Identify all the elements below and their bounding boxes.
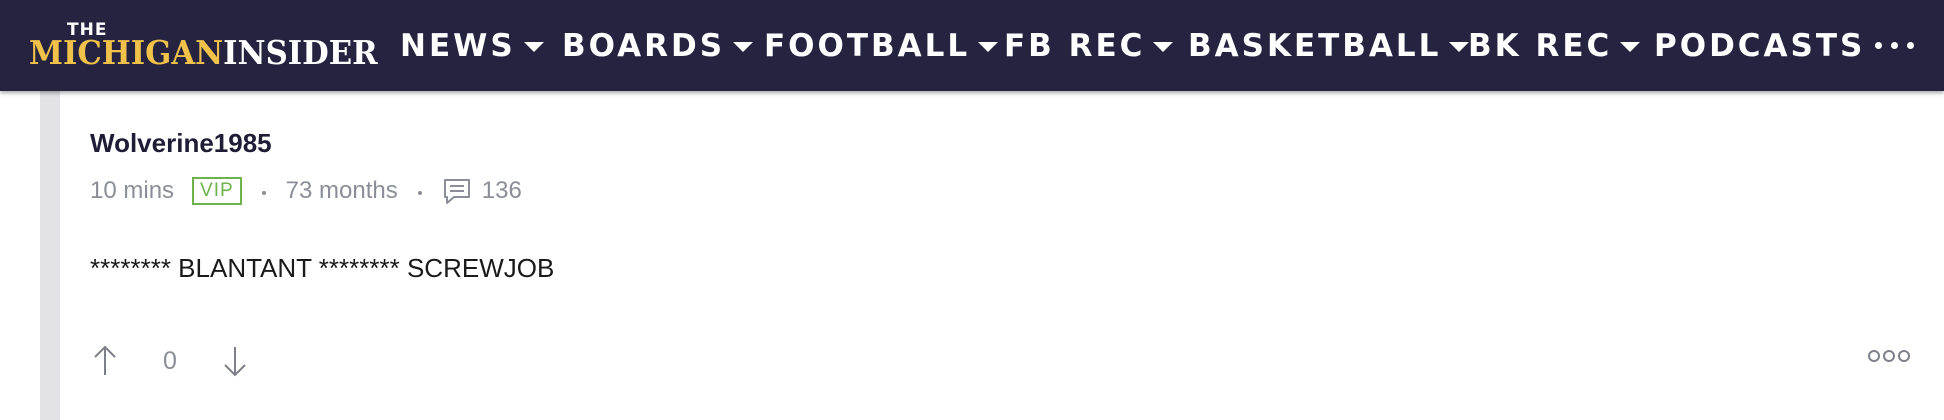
nav-item-label: PODCASTS xyxy=(1654,27,1866,64)
logo-michigan-text: MICHIGAN xyxy=(29,33,224,72)
main-nav: NEWS BOARDS FOOTBALL FB REC BASKETBALL B… xyxy=(400,0,1865,91)
post-count[interactable]: 136 xyxy=(482,177,522,205)
more-options-icon[interactable] xyxy=(1868,350,1910,362)
nav-item-basketball[interactable]: BASKETBALL xyxy=(1188,27,1470,64)
post-body: ******** BLANTANT ******** SCREWJOB xyxy=(90,253,555,283)
nav-item-podcasts[interactable]: PODCASTS xyxy=(1654,28,1865,64)
nav-item-news[interactable]: NEWS xyxy=(400,28,562,64)
nav-item-fb-rec[interactable]: FB REC xyxy=(1004,28,1188,64)
nav-item-label: FB REC xyxy=(1004,27,1146,64)
post-author[interactable]: Wolverine1985 xyxy=(90,128,272,159)
arrow-down-icon[interactable] xyxy=(220,343,250,379)
ellipsis-icon[interactable] xyxy=(1875,0,1914,91)
nav-item-label: BK REC xyxy=(1468,27,1613,64)
caret-down-icon xyxy=(1449,41,1470,52)
separator-dot xyxy=(261,191,266,195)
caret-down-icon xyxy=(1620,41,1641,52)
top-navbar: THE MICHIGANINSIDER NEWS BOARDS FOOTBALL… xyxy=(0,0,1944,91)
nav-item-label: BASKETBALL xyxy=(1188,27,1442,64)
nav-item-football[interactable]: FOOTBALL xyxy=(764,28,1004,64)
nav-item-boards[interactable]: BOARDS xyxy=(562,28,764,64)
nav-item-label: BOARDS xyxy=(562,27,726,64)
nav-item-label: FOOTBALL xyxy=(764,27,971,64)
caret-down-icon xyxy=(733,41,754,52)
vip-badge: VIP xyxy=(192,177,242,205)
post-time: 10 mins xyxy=(90,177,175,204)
membership-duration: 73 months xyxy=(285,177,398,204)
forum-post: Wolverine1985 10 mins VIP 73 months 136 … xyxy=(60,91,1944,420)
arrow-up-icon[interactable] xyxy=(90,343,120,379)
nav-item-bk-rec[interactable]: BK REC xyxy=(1468,28,1654,64)
site-logo[interactable]: THE MICHIGANINSIDER xyxy=(29,16,378,78)
vote-controls: 0 xyxy=(90,339,250,383)
caret-down-icon xyxy=(523,41,544,52)
vote-count: 0 xyxy=(163,346,177,375)
caret-down-icon xyxy=(978,41,999,52)
logo-wordmark: MICHIGANINSIDER xyxy=(29,36,378,69)
caret-down-icon xyxy=(1153,41,1174,52)
separator-dot xyxy=(417,191,422,195)
comment-icon xyxy=(443,179,470,204)
nav-item-label: NEWS xyxy=(400,27,516,64)
logo-insider-text: INSIDER xyxy=(223,33,378,72)
thread-indent-bar xyxy=(40,91,60,420)
post-meta: 10 mins VIP 73 months 136 xyxy=(90,173,522,209)
